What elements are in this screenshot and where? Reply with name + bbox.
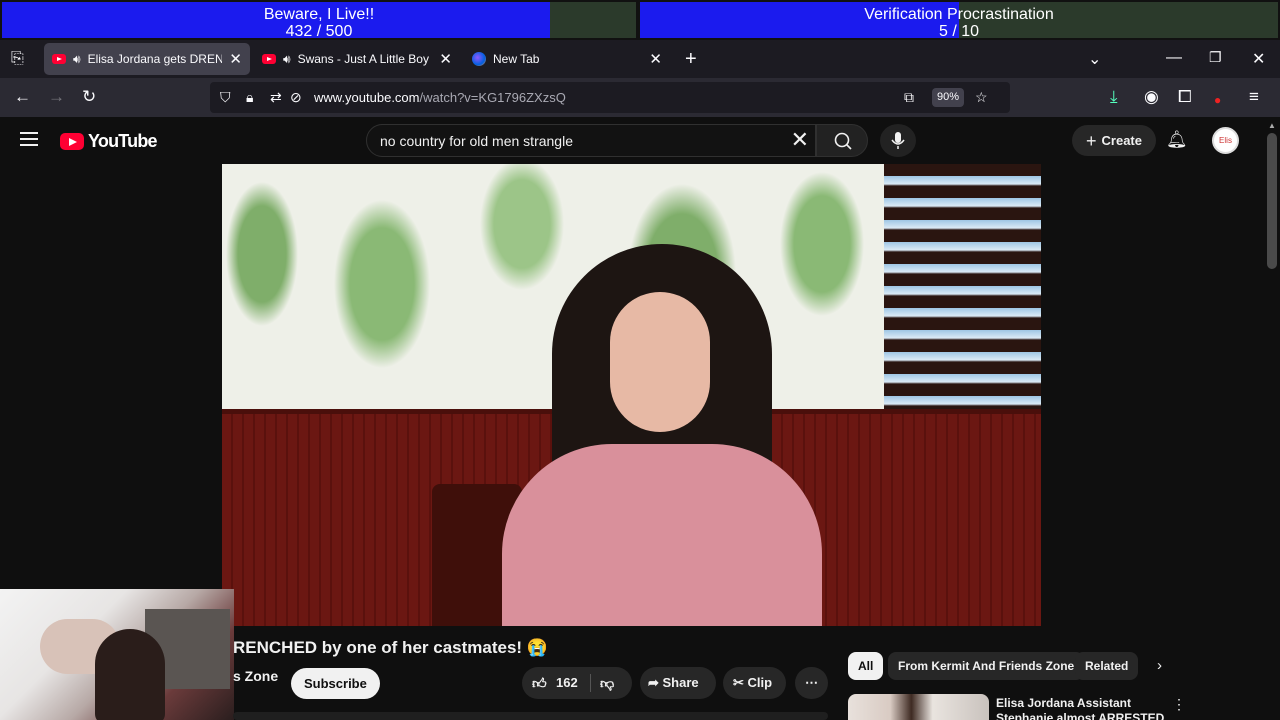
- plus-icon: +: [1086, 131, 1102, 151]
- channel-name[interactable]: s Zone: [233, 668, 278, 684]
- close-tab-icon[interactable]: ✕: [439, 50, 452, 68]
- video-title: RENCHED by one of her castmates! 😭: [233, 638, 548, 657]
- clip-button[interactable]: ✂ Clip: [723, 667, 786, 699]
- avatar[interactable]: Elis: [1212, 127, 1239, 154]
- new-tab-plus-icon[interactable]: +: [685, 48, 697, 71]
- browser-navigation-bar: ← → ↻ ⛉ 🔒︎ ⇄ ⊘ www.youtube.com/watch?v=K…: [0, 78, 1280, 117]
- list-all-tabs-chevron-icon[interactable]: ⌄: [1088, 49, 1101, 69]
- person-body: [502, 444, 822, 626]
- voice-search-button[interactable]: [880, 124, 916, 157]
- close-tab-icon[interactable]: ✕: [649, 50, 662, 68]
- like-count[interactable]: 162: [556, 667, 578, 699]
- youtube-play-logo-icon: [60, 133, 84, 150]
- webcam-overlay: [0, 589, 234, 720]
- clip-label: Clip: [747, 675, 773, 690]
- tab-elisa-jordana[interactable]: 🔊︎ Elisa Jordana gets DRENCH ✕: [44, 43, 250, 75]
- search-query: no country for old men strangle: [380, 133, 573, 149]
- video-player[interactable]: [222, 164, 1041, 626]
- chip-related[interactable]: Related: [1075, 652, 1139, 680]
- forward-arrow-icon[interactable]: →: [48, 87, 65, 107]
- picture-in-picture-icon[interactable]: ⧉: [904, 89, 914, 106]
- goal-2-progress: 5 / 10: [938, 23, 980, 40]
- create-button[interactable]: + Create: [1072, 125, 1156, 156]
- speaker-icon[interactable]: 🔊︎: [73, 52, 81, 67]
- share-icon: ➦: [648, 675, 663, 690]
- guide-menu-icon[interactable]: [20, 132, 38, 150]
- subscribe-button[interactable]: Subscribe: [291, 668, 380, 699]
- goal-1-progress: 432 / 500: [285, 23, 353, 40]
- url-text[interactable]: www.youtube.com/watch?v=KG1796ZXzsQ: [314, 90, 566, 105]
- extension-red-icon[interactable]: ●: [1214, 90, 1221, 110]
- close-tab-icon[interactable]: ✕: [229, 50, 242, 68]
- microphone-icon: [891, 132, 905, 149]
- scissors-icon: ✂: [733, 675, 748, 690]
- clear-search-icon[interactable]: ✕: [791, 128, 809, 152]
- lock-icon[interactable]: 🔒︎: [246, 89, 253, 106]
- youtube-logo-text: YouTube: [88, 131, 158, 151]
- share-button[interactable]: ➦ Share: [640, 667, 716, 699]
- tab-new-tab[interactable]: New Tab ✕: [464, 43, 670, 75]
- youtube-logo[interactable]: YouTube: [60, 131, 158, 152]
- more-horizontal-icon: ⋯: [805, 675, 818, 690]
- search-icon: [834, 132, 852, 150]
- url-host: www.youtube.com: [314, 90, 420, 105]
- chip-all[interactable]: All: [848, 652, 884, 680]
- search-button[interactable]: [816, 124, 868, 157]
- youtube-masthead: YouTube no country for old men strangle …: [0, 117, 1264, 164]
- url-bar[interactable]: ⛉ 🔒︎ ⇄ ⊘ www.youtube.com/watch?v=KG1796Z…: [210, 82, 1010, 113]
- tab-title: New Tab: [493, 52, 540, 66]
- camera-blocked-icon[interactable]: ⊘: [290, 89, 302, 106]
- chevron-right-icon[interactable]: ›: [1157, 657, 1162, 674]
- more-vertical-icon[interactable]: ⋮: [1172, 696, 1186, 713]
- more-actions-button[interactable]: ⋯: [795, 667, 828, 699]
- screen: Beware, I Live!! 432 / 500 Verification …: [0, 0, 1280, 720]
- page-scrollbar[interactable]: ▲: [1264, 117, 1280, 720]
- restore-window-icon[interactable]: ❐: [1209, 49, 1222, 66]
- scroll-up-arrow-icon[interactable]: ▲: [1268, 121, 1276, 130]
- browser-tab-strip: ⎘ 🔊︎ Elisa Jordana gets DRENCH ✕ 🔊︎ Swan…: [0, 40, 1280, 78]
- minimize-window-icon[interactable]: —: [1166, 49, 1182, 67]
- avatar-text: Elis: [1219, 136, 1232, 145]
- recommendation-title[interactable]: Elisa Jordana Assistant Stephanie almost…: [996, 696, 1166, 720]
- description-box[interactable]: [233, 712, 828, 720]
- tab-list-icon[interactable]: ⎘: [11, 50, 24, 68]
- thumbs-down-icon[interactable]: 👎︎: [600, 667, 614, 699]
- downloads-icon[interactable]: ⤓: [1110, 87, 1118, 107]
- youtube-favicon-icon: [262, 54, 276, 64]
- speaker-icon[interactable]: 🔊︎: [283, 52, 291, 67]
- chip-from-channel[interactable]: From Kermit And Friends Zone: [888, 652, 1085, 680]
- permissions-icon[interactable]: ⇄: [270, 89, 282, 106]
- youtube-favicon-icon: [52, 54, 66, 64]
- recommendation-thumbnail[interactable]: [848, 694, 989, 720]
- zoom-level[interactable]: 90%: [932, 88, 965, 107]
- url-path: /watch?v=KG1796ZXzsQ: [419, 90, 566, 105]
- firefox-favicon-icon: [472, 52, 486, 66]
- bookmark-star-icon[interactable]: ☆: [975, 89, 988, 106]
- extensions-puzzle-icon[interactable]: ⧠: [1178, 87, 1192, 107]
- scrollbar-thumb[interactable]: [1267, 133, 1277, 269]
- share-label: Share: [662, 675, 699, 690]
- thumbs-up-icon[interactable]: 👍︎: [532, 667, 547, 699]
- like-divider: [590, 674, 591, 692]
- stream-goal-bar-1: Beware, I Live!! 432 / 500: [0, 0, 638, 40]
- close-window-icon[interactable]: ✕: [1252, 49, 1265, 69]
- create-label: Create: [1101, 133, 1142, 148]
- tab-title: Elisa Jordana gets DRENCH: [87, 52, 223, 66]
- goal-1-title: Beware, I Live!!: [263, 6, 375, 23]
- webcam-person: [95, 629, 165, 720]
- search-input[interactable]: no country for old men strangle ✕: [366, 124, 816, 157]
- stream-goal-bar-2: Verification Procrastination 5 / 10: [638, 0, 1280, 40]
- account-icon[interactable]: ◉: [1144, 87, 1159, 107]
- back-arrow-icon[interactable]: ←: [14, 87, 31, 107]
- notifications-bell-icon[interactable]: 🔔︎: [1166, 130, 1188, 150]
- tracking-protection-shield-icon[interactable]: ⛉: [220, 89, 231, 106]
- person-face: [610, 292, 710, 432]
- tab-title: Swans - Just A Little Boy (F: [297, 52, 433, 66]
- tab-swans[interactable]: 🔊︎ Swans - Just A Little Boy (F ✕: [254, 43, 460, 75]
- like-dislike-segment: 👍︎ 162 👎︎: [522, 667, 632, 699]
- app-menu-icon[interactable]: ≡: [1249, 87, 1259, 107]
- reload-icon[interactable]: ↻: [82, 87, 96, 107]
- goal-2-title: Verification Procrastination: [864, 6, 1054, 23]
